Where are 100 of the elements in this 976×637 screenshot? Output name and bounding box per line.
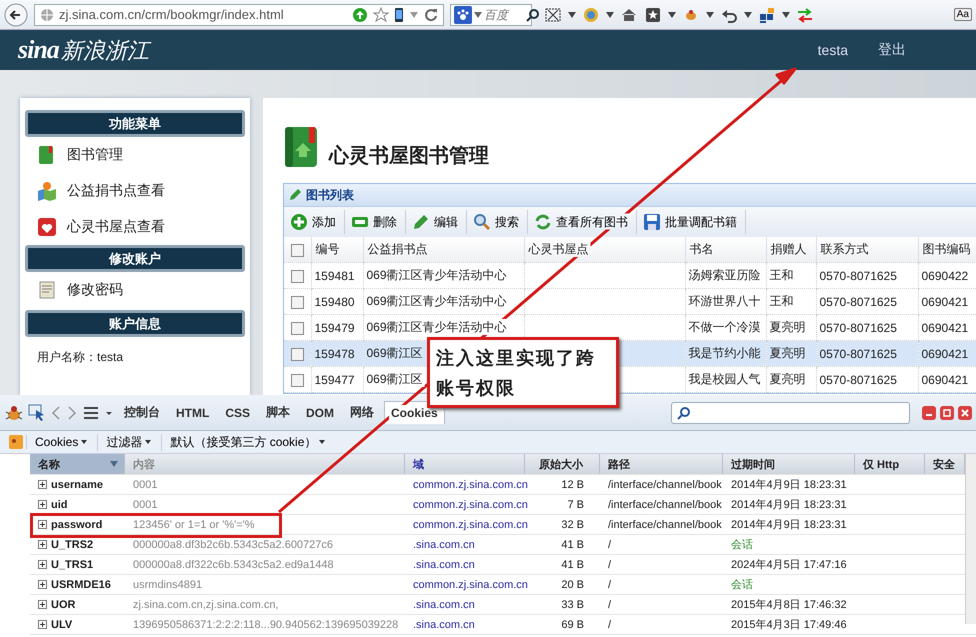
phone-icon[interactable] xyxy=(394,6,404,22)
select-all-checkbox[interactable] xyxy=(290,244,304,257)
logo-wordmark: sina xyxy=(18,34,59,64)
reload-icon[interactable] xyxy=(424,8,438,22)
dropdown-icon[interactable] xyxy=(606,12,614,18)
search-field[interactable] xyxy=(671,402,910,424)
back-icon[interactable] xyxy=(4,2,28,26)
expand-icon[interactable] xyxy=(38,600,47,609)
row-checkbox[interactable] xyxy=(290,348,304,361)
logout-link[interactable]: 登出 xyxy=(878,41,906,59)
row-checkbox[interactable] xyxy=(290,374,304,387)
column-header[interactable]: 书名 xyxy=(685,237,766,262)
tiles-icon[interactable] xyxy=(758,6,776,24)
star-icon[interactable] xyxy=(373,6,389,22)
expand-icon[interactable] xyxy=(38,500,47,509)
close-icon[interactable] xyxy=(958,406,972,420)
sidebar-item[interactable]: 图书管理 xyxy=(25,137,245,173)
cookie-icon[interactable] xyxy=(8,434,24,450)
cookie-name: username xyxy=(51,478,103,490)
devtools-tab[interactable]: 控制台 xyxy=(118,400,166,425)
filter-menu[interactable]: 过滤器 xyxy=(97,434,160,450)
devtools-tab[interactable]: 网络 xyxy=(344,400,380,425)
paw-icon[interactable] xyxy=(454,6,472,24)
filter-menu[interactable]: Cookies xyxy=(26,435,96,449)
row-checkbox[interactable] xyxy=(290,270,304,283)
devtools-tab[interactable]: HTML xyxy=(170,402,216,424)
column-header[interactable]: 仅 Http xyxy=(855,454,925,474)
column-header[interactable]: 过期时间 xyxy=(723,454,855,474)
font-button[interactable]: Aa xyxy=(954,8,972,21)
expand-icon[interactable] xyxy=(38,580,47,589)
toolbar-button[interactable]: 编辑 xyxy=(406,210,467,234)
address-field[interactable]: zj.sina.com.cn/crm/bookmgr/index.html xyxy=(34,4,444,26)
table-cell: 我是节约小能 xyxy=(685,340,766,366)
column-header[interactable]: 编号 xyxy=(311,237,363,262)
toolbar-button[interactable]: 批量调配书籍 xyxy=(637,210,746,234)
cookie-path: / xyxy=(607,578,612,592)
toolbar-button[interactable]: 添加 xyxy=(284,210,345,234)
cookie-expiry: 2014年4月9日 18:23:31 xyxy=(730,478,848,493)
dropdown-icon[interactable] xyxy=(744,12,752,18)
cookie-expiry: 2024年4月5日 17:47:16 xyxy=(730,558,848,573)
search-icon[interactable] xyxy=(526,8,540,22)
toolbar-button[interactable]: 删除 xyxy=(345,210,406,234)
cookie-domain: common.zj.sina.com.cn xyxy=(412,498,525,512)
column-header[interactable]: 心灵书屋点 xyxy=(524,237,685,262)
add-icon xyxy=(290,213,308,231)
scrollbar[interactable] xyxy=(965,454,976,624)
table-cell: 159477 xyxy=(311,366,363,392)
table-cell: 汤姆索亚历险 xyxy=(685,262,766,288)
bug-icon[interactable] xyxy=(4,404,24,422)
cookie-path: /interface/channel/book xyxy=(607,518,723,532)
cookie-name: U_TRS2 xyxy=(51,538,94,550)
column-header[interactable]: 图书编码 xyxy=(918,237,976,262)
toolbar-button[interactable]: 搜索 xyxy=(467,210,528,234)
cookie-value: 000000a8.df322c6b.5343c5a2.ed9a1448 xyxy=(132,558,335,572)
devtools-tab[interactable]: 脚本 xyxy=(260,400,296,425)
sidebar-item[interactable]: 心灵书屋点查看 xyxy=(25,209,245,245)
dropdown-icon[interactable] xyxy=(568,12,576,18)
minimize-icon[interactable] xyxy=(922,406,936,420)
expand-icon[interactable] xyxy=(38,620,47,629)
sidebar-item[interactable]: 公益捐书点查看 xyxy=(25,173,245,209)
row-checkbox[interactable] xyxy=(290,296,304,309)
dropdown-icon[interactable] xyxy=(706,12,714,18)
devtools-tab[interactable]: CSS xyxy=(219,402,256,424)
expand-icon[interactable] xyxy=(38,560,47,569)
caret-icon xyxy=(319,440,326,444)
devtools-tab[interactable]: DOM xyxy=(300,402,340,424)
swap-arrows-icon[interactable] xyxy=(796,6,814,24)
maximize-icon[interactable] xyxy=(940,406,954,420)
column-header[interactable]: 原始大小 xyxy=(525,454,600,474)
filter-menu[interactable]: 默认（接受第三方 cookie） xyxy=(161,434,334,450)
cookie-size: 12 B xyxy=(560,478,585,492)
column-header[interactable]: 路径 xyxy=(600,454,723,474)
go-icon[interactable] xyxy=(352,6,368,22)
account-info: 用户名称：testa xyxy=(36,349,124,366)
user-link[interactable]: testa xyxy=(818,42,848,58)
column-header[interactable]: 公益捐书点 xyxy=(363,237,524,262)
cookie-domain: common.zj.sina.com.cn xyxy=(412,478,525,492)
column-header[interactable]: 域 xyxy=(405,454,525,474)
cookie-expiry: 2014年4月9日 18:23:31 xyxy=(730,518,848,533)
dropdown-icon[interactable] xyxy=(668,12,676,18)
column-header[interactable]: 联系方式 xyxy=(816,237,918,262)
row-checkbox[interactable] xyxy=(290,322,304,335)
column-header[interactable]: 捐赠人 xyxy=(766,237,816,262)
badge-icon[interactable] xyxy=(582,6,600,24)
cookie-size: 69 B xyxy=(560,618,585,632)
dropdown-icon[interactable] xyxy=(474,12,482,18)
table-cell: 159478 xyxy=(311,340,363,366)
dropdown-icon[interactable] xyxy=(782,12,790,18)
inspect-icon[interactable] xyxy=(28,404,46,422)
column-header[interactable]: 名称 xyxy=(30,454,125,474)
cookie-path: /interface/channel/book xyxy=(607,498,723,512)
expand-icon[interactable] xyxy=(38,480,47,489)
expand-icon[interactable] xyxy=(38,540,47,549)
screenshot-icon[interactable] xyxy=(544,6,562,24)
table-cell: 环游世界八十 xyxy=(685,288,766,314)
refresh-icon xyxy=(534,213,552,231)
sidebar-item[interactable]: 修改密码 xyxy=(25,272,245,308)
section-header: 账户信息 xyxy=(25,310,245,337)
expand-icon[interactable] xyxy=(38,520,47,529)
table-cell: 夏亮明 xyxy=(766,340,816,366)
